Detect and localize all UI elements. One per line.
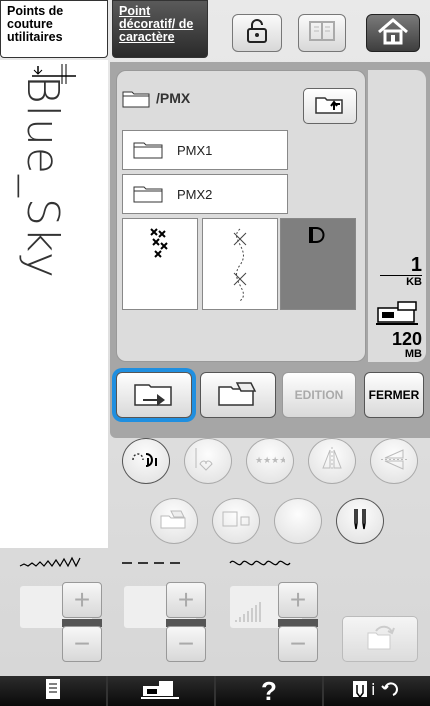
cross-stitch-icon (220, 225, 260, 310)
machine-memory-icon (374, 298, 422, 333)
settings-tab[interactable]: i (324, 676, 430, 706)
tension-loop-icon (228, 556, 294, 575)
status-bar: ? i (0, 676, 430, 706)
folder-icon (133, 139, 163, 162)
home-icon (376, 16, 410, 51)
blank-button[interactable] (274, 498, 322, 544)
folder-name: PMX1 (177, 142, 213, 158)
width-minus-button[interactable]: − (62, 626, 102, 662)
tab-decorative-stitches[interactable]: Point décoratif/ de caractère (112, 0, 208, 58)
needle-info-icon: i (349, 677, 405, 706)
free-memory-value: 120 (391, 329, 422, 349)
manual-tab[interactable] (0, 676, 108, 706)
delete-button[interactable] (200, 372, 276, 418)
return-button[interactable] (342, 616, 418, 662)
tension-bars-icon (235, 602, 261, 622)
folder-item[interactable]: PMX2 (122, 174, 288, 214)
preview-text: Blue_Sky (17, 75, 68, 279)
folder-up-icon (314, 93, 346, 120)
folder-icon (133, 183, 163, 206)
file-size-value: 1 (410, 254, 422, 276)
folder-name: PMX2 (177, 186, 213, 202)
pattern-thumbnail[interactable] (280, 218, 356, 310)
stitch-width-zigzag-icon (18, 556, 84, 575)
mirror-horizontal-button[interactable] (370, 438, 418, 484)
mirror-vertical-icon (317, 446, 347, 477)
stars-pattern-button[interactable]: ★★★★ (246, 438, 294, 484)
svg-text:i: i (371, 680, 375, 699)
lock-button[interactable] (232, 14, 282, 52)
svg-text:★★★★: ★★★★ (255, 456, 285, 466)
length-minus-button[interactable]: − (166, 626, 206, 662)
eraser-folder-icon (159, 508, 189, 535)
close-button[interactable]: FERMER (364, 372, 424, 418)
edit-button[interactable]: EDITION (282, 372, 356, 418)
eraser-folder-icon (215, 379, 261, 412)
thread-cut-icon (130, 448, 162, 475)
cross-stitch-icon (145, 225, 175, 270)
book-icon (308, 19, 336, 48)
stitch-width-button[interactable] (184, 438, 232, 484)
size-icon (221, 510, 251, 533)
thread-cut-button[interactable] (122, 438, 170, 484)
retrieve-button[interactable] (116, 372, 192, 418)
mirror-vertical-button[interactable] (308, 438, 356, 484)
length-plus-button[interactable]: + (166, 582, 206, 618)
width-plus-button[interactable]: + (62, 582, 102, 618)
manual-button[interactable] (298, 14, 346, 52)
tension-plus-button[interactable]: + (278, 582, 318, 618)
lock-icon (244, 18, 270, 49)
pattern-thumbnail[interactable] (122, 218, 198, 310)
stitch-length-dash-icon (120, 556, 186, 575)
home-button[interactable] (366, 14, 420, 52)
folder-icon (122, 88, 150, 113)
outline-pattern-icon (306, 225, 330, 252)
file-size-unit: KB (380, 275, 422, 288)
twin-needle-icon (346, 505, 374, 538)
mirror-horizontal-icon (379, 446, 409, 477)
tension-minus-button[interactable]: − (278, 626, 318, 662)
return-icon (362, 623, 398, 656)
tab-utility-stitches[interactable]: Points de couture utilitaires (0, 0, 108, 58)
machine-tab[interactable] (108, 676, 216, 706)
twin-needle-button[interactable] (336, 498, 384, 544)
sewing-machine-icon (139, 678, 183, 705)
free-memory-unit: MB (404, 348, 422, 360)
folder-item[interactable]: PMX1 (122, 130, 288, 170)
pattern-thumbnail[interactable] (202, 218, 278, 310)
stitch-heart-icon (192, 446, 224, 477)
memory-button[interactable] (150, 498, 198, 544)
retrieve-icon (131, 379, 177, 412)
stars-icon: ★★★★ (255, 452, 287, 471)
document-icon (44, 678, 62, 705)
element-size-button[interactable] (212, 498, 260, 544)
current-path: /PMX (156, 90, 191, 106)
help-button[interactable]: ? (216, 676, 324, 706)
folder-up-button[interactable] (303, 88, 357, 124)
